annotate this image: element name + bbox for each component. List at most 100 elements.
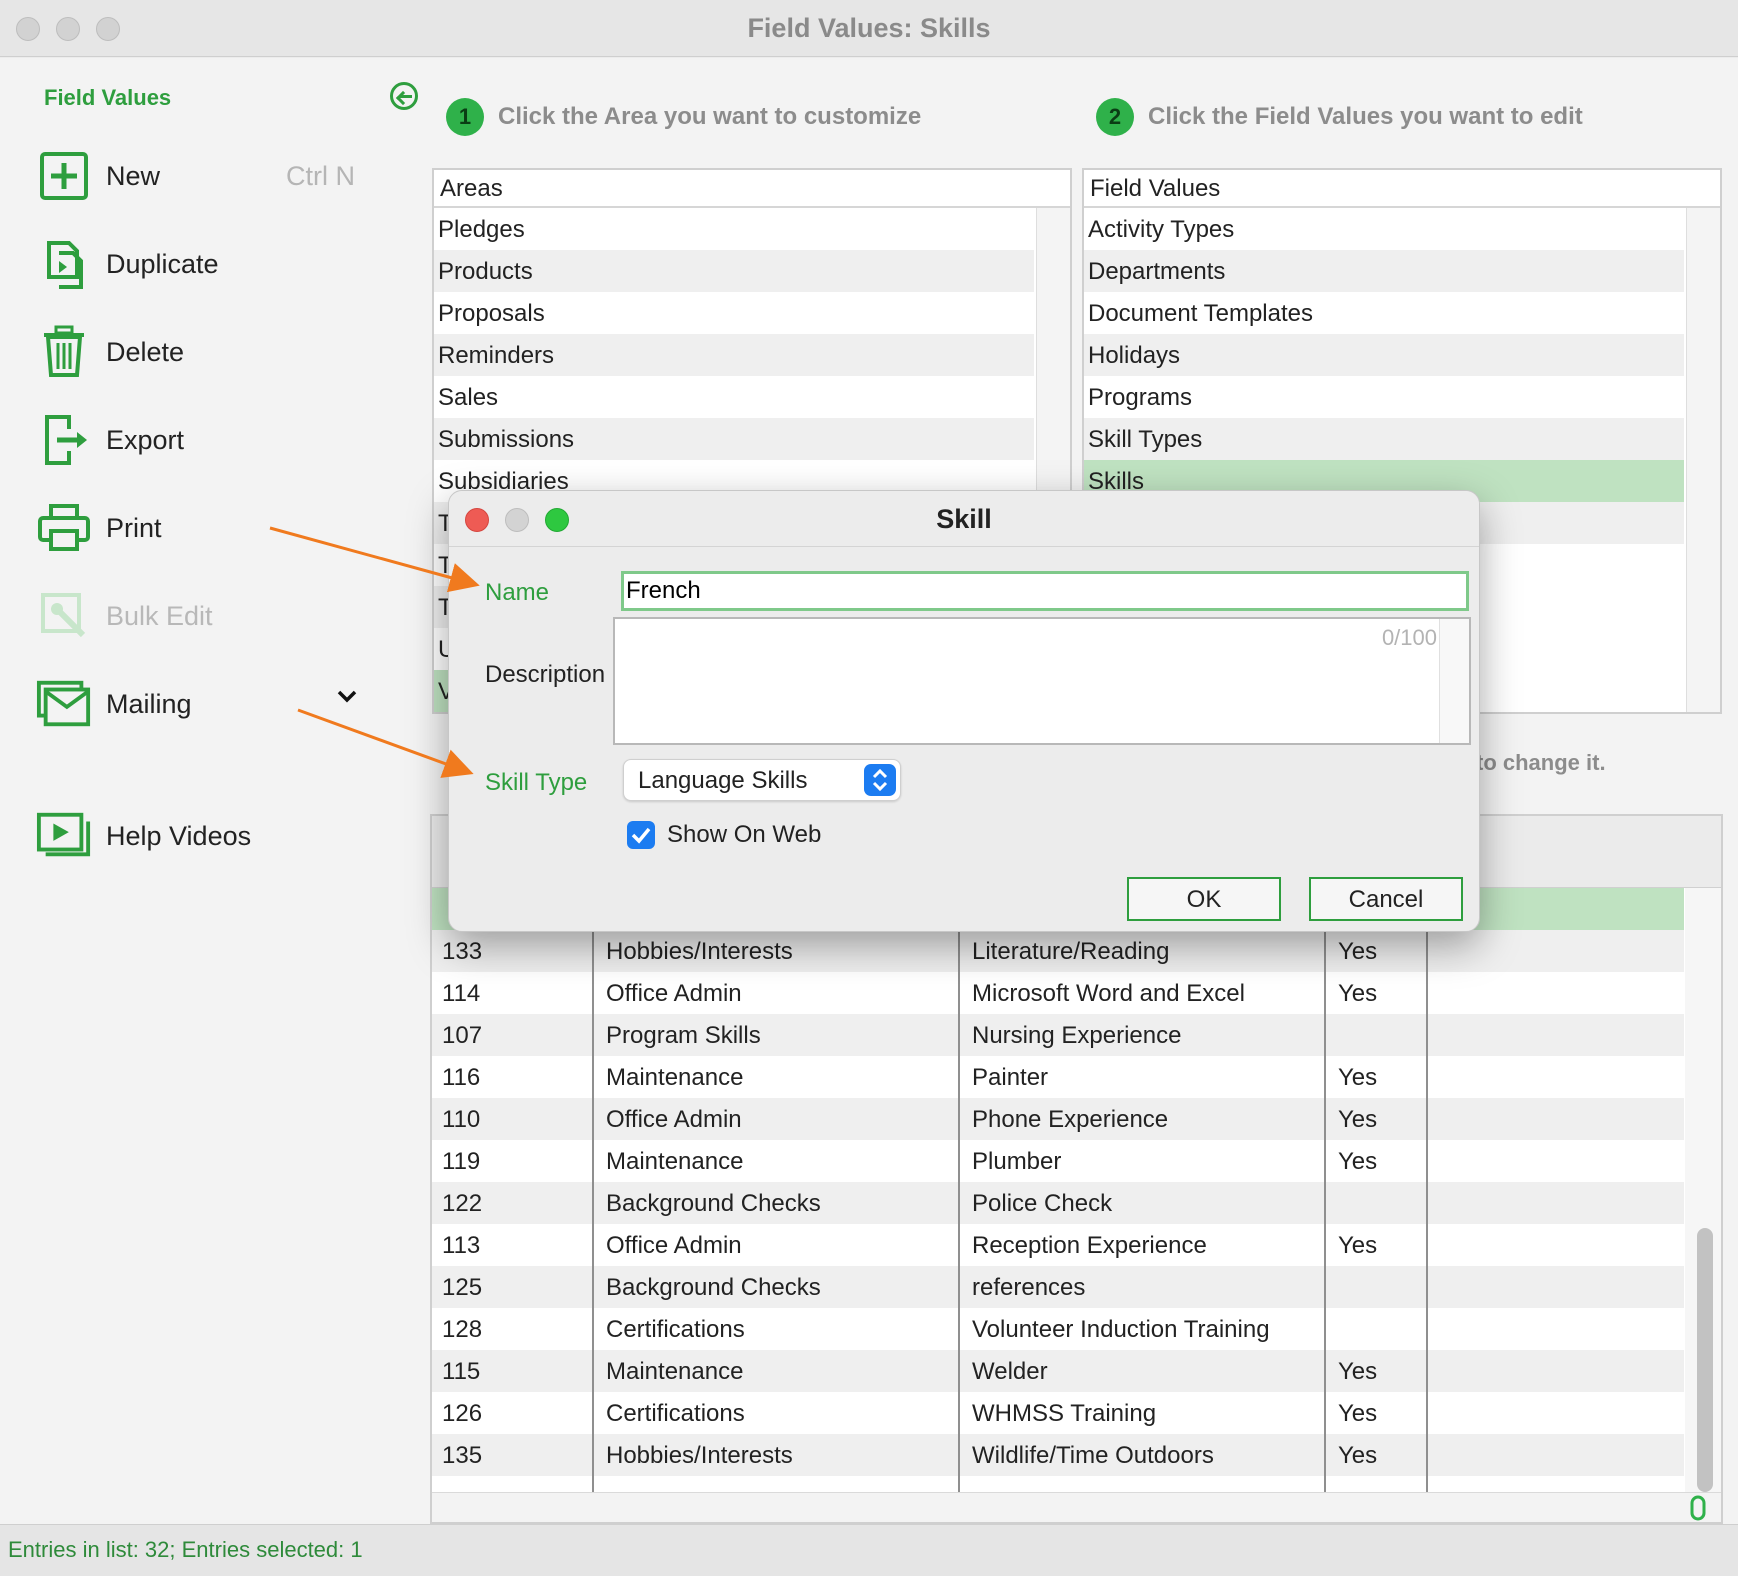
step-number-badge: 2	[1096, 98, 1134, 136]
table-scrollbar-thumb[interactable]	[1697, 1228, 1713, 1492]
cell-skill-name: Welder	[972, 1358, 1048, 1385]
table-row[interactable]: 122 Background Checks Police Check	[432, 1182, 1684, 1224]
table-row[interactable]: 125 Background Checks references	[432, 1266, 1684, 1308]
cell-skill-type: Hobbies/Interests	[606, 1442, 793, 1469]
trash-icon	[36, 324, 92, 380]
cell-show-on-web: Yes	[1338, 938, 1378, 965]
cell-id: 115	[442, 1358, 481, 1385]
step-1-header: 1 Click the Area you want to customize	[446, 98, 921, 136]
skill-type-select[interactable]: Language Skills	[623, 759, 901, 801]
cell-skill-name: Literature/Reading	[972, 938, 1170, 965]
cell-skill-name: Reception Experience	[972, 1232, 1207, 1259]
cell-show-on-web: Yes	[1338, 1106, 1378, 1133]
list-item[interactable]: Document Templates	[1084, 292, 1684, 334]
table-footer	[432, 1492, 1721, 1522]
table-row[interactable]: 113 Office Admin Reception Experience Yes	[432, 1224, 1684, 1266]
sidebar-item-bulk-edit[interactable]: Bulk Edit	[36, 586, 376, 646]
ok-button[interactable]: OK	[1127, 877, 1281, 921]
select-stepper-icon[interactable]	[864, 764, 896, 796]
chevron-down-icon[interactable]	[336, 688, 358, 709]
skill-type-label: Skill Type	[485, 769, 588, 796]
table-row[interactable]: 115 Maintenance Welder Yes	[432, 1350, 1684, 1392]
cell-skill-type: Certifications	[606, 1316, 745, 1343]
list-item[interactable]: Sales	[434, 376, 1034, 418]
list-item[interactable]: Products	[434, 250, 1034, 292]
table-row[interactable]: 119 Maintenance Plumber Yes	[432, 1140, 1684, 1182]
list-item[interactable]: Pledges	[434, 208, 1034, 250]
name-input[interactable]	[621, 571, 1469, 611]
window-titlebar: Field Values: Skills	[0, 0, 1738, 57]
cell-skill-name: Volunteer Induction Training	[972, 1316, 1270, 1343]
field-values-scrollbar[interactable]	[1686, 208, 1720, 712]
cell-skill-name: Wildlife/Time Outdoors	[972, 1442, 1214, 1469]
video-icon	[36, 808, 92, 864]
cell-id: 113	[442, 1232, 481, 1259]
list-item[interactable]: Submissions	[434, 418, 1034, 460]
list-item[interactable]: Reminders	[434, 334, 1034, 376]
cell-skill-name: Nursing Experience	[972, 1022, 1182, 1049]
cell-skill-name: Phone Experience	[972, 1106, 1169, 1133]
sidebar-item-label: Print	[106, 512, 162, 543]
sidebar-item-new[interactable]: New Ctrl N	[36, 146, 376, 206]
table-row[interactable]: 116 Maintenance Painter Yes	[432, 1056, 1684, 1098]
field-values-list-header: Field Values	[1084, 170, 1720, 208]
list-item[interactable]: Programs	[1084, 376, 1684, 418]
sidebar-title: Field Values	[44, 85, 172, 110]
table-row[interactable]: 110 Office Admin Phone Experience Yes	[432, 1098, 1684, 1140]
show-on-web-label[interactable]: Show On Web	[667, 821, 821, 849]
sidebar-item-print[interactable]: Print	[36, 498, 376, 558]
show-on-web-checkbox[interactable]	[627, 821, 655, 849]
plus-square-icon	[36, 148, 92, 204]
bulk-edit-icon	[36, 588, 92, 644]
cell-show-on-web: Yes	[1338, 1400, 1378, 1427]
list-item[interactable]: Activity Types	[1084, 208, 1684, 250]
resize-grip-icon[interactable]	[1689, 1495, 1707, 1521]
table-row[interactable]: 114 Office Admin Microsoft Word and Excel Y…	[432, 972, 1684, 1014]
sidebar-item-export[interactable]: Export	[36, 410, 376, 470]
collapse-sidebar-icon[interactable]	[390, 82, 418, 110]
cell-skill-type: Certifications	[606, 1400, 745, 1427]
description-scrollbar[interactable]	[1439, 619, 1469, 743]
list-item[interactable]: Proposals	[434, 292, 1034, 334]
column-divider	[1324, 888, 1326, 1522]
sidebar-item-mailing[interactable]: Mailing	[36, 674, 376, 734]
cell-id: 119	[442, 1148, 481, 1175]
cell-show-on-web: Yes	[1338, 1232, 1378, 1259]
table-scrollbar[interactable]	[1685, 888, 1721, 1522]
cell-skill-type: Hobbies/Interests	[606, 938, 793, 965]
sidebar-item-label: Export	[106, 424, 185, 455]
description-textarea[interactable]: 0/100	[613, 617, 1471, 745]
cell-skill-name: Plumber	[972, 1148, 1062, 1175]
cell-id: 126	[442, 1400, 483, 1427]
column-divider	[592, 888, 594, 1522]
sidebar-item-help-videos[interactable]: Help Videos	[36, 806, 376, 866]
table-row[interactable]: 126 Certifications WHMSS Training Yes	[432, 1392, 1684, 1434]
cell-show-on-web: Yes	[1338, 1358, 1378, 1385]
list-item[interactable]: Departments	[1084, 250, 1684, 292]
description-label: Description	[485, 661, 606, 688]
table-row[interactable]: 133 Hobbies/Interests Literature/Reading Ye…	[432, 930, 1684, 972]
cell-skill-type: Background Checks	[606, 1190, 821, 1217]
description-char-counter: 0/100	[1381, 625, 1437, 650]
cell-id: 110	[442, 1106, 481, 1133]
table-row[interactable]: 128 Certifications Volunteer Induction Tra…	[432, 1308, 1684, 1350]
table-row[interactable]: 107 Program Skills Nursing Experience	[432, 1014, 1684, 1056]
cancel-button[interactable]: Cancel	[1309, 877, 1463, 921]
step-number-badge: 1	[446, 98, 484, 136]
column-divider	[958, 888, 960, 1522]
dialog-title: Skill	[936, 504, 992, 534]
sidebar-item-delete[interactable]: Delete	[36, 322, 376, 382]
cell-id: 133	[442, 938, 483, 965]
export-icon	[36, 412, 92, 468]
sidebar-item-label: Duplicate	[106, 248, 219, 279]
sidebar-item-label: Help Videos	[106, 820, 252, 851]
step-3-instruction-partial: to change it.	[1476, 750, 1606, 775]
envelope-icon	[36, 676, 92, 732]
sidebar-item-duplicate[interactable]: Duplicate	[36, 234, 376, 294]
table-row[interactable]: 135 Hobbies/Interests Wildlife/Time Outdoo…	[432, 1434, 1684, 1476]
list-item[interactable]: Holidays	[1084, 334, 1684, 376]
step-2-header: 2 Click the Field Values you want to edi…	[1096, 98, 1583, 136]
list-item[interactable]: Skill Types	[1084, 418, 1684, 460]
dialog-titlebar: Skill	[449, 491, 1479, 547]
printer-icon	[36, 500, 92, 556]
